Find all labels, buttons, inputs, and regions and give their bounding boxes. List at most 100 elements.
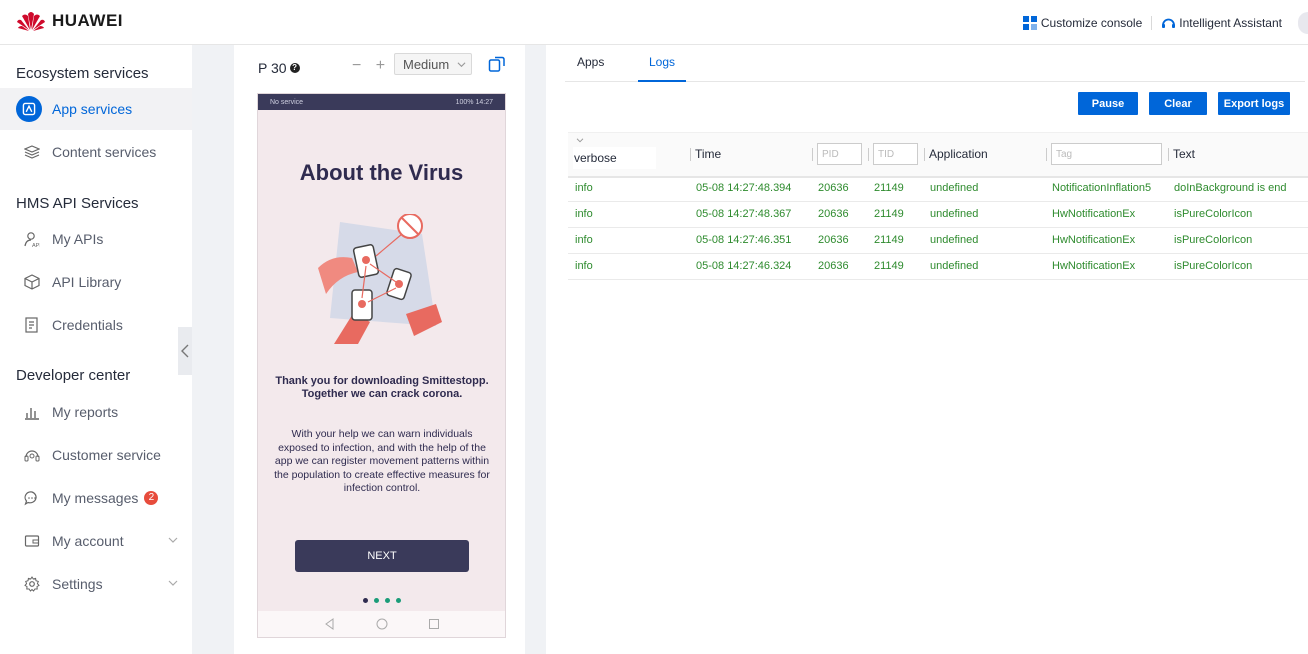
section-title-ecosystem: Ecosystem services [16,65,149,82]
help-icon[interactable]: ? [289,63,300,73]
tag-filter-input[interactable]: Tag [1051,143,1162,165]
log-level-select[interactable]: verbose [573,147,656,169]
status-left: No service [270,98,304,106]
back-icon[interactable] [324,618,336,630]
status-right: 100% 14:27 [455,98,493,106]
cell-text: isPureColorIcon [1174,260,1253,272]
page-indicator [258,590,505,608]
intelligent-assistant-button[interactable]: Intelligent Assistant [1161,16,1282,30]
rotate-screen-icon[interactable] [488,55,506,73]
cell-text: doInBackground is end [1174,182,1287,194]
log-level-value: verbose [574,151,617,165]
sidebar-item-api-library[interactable]: API Library [0,261,192,303]
sidebar-item-label: API Library [52,274,122,290]
chat-icon [22,488,42,508]
sidebar-item-my-reports[interactable]: My reports [0,391,192,433]
column-divider [924,148,925,161]
sidebar-item-label: My APIs [52,231,104,247]
cell-application: undefined [930,208,979,220]
pause-button[interactable]: Pause [1078,92,1138,115]
app-services-icon [16,96,42,122]
sidebar-item-my-messages[interactable]: My messages 2 [0,477,192,519]
pid-filter-input[interactable]: PID [817,143,862,165]
svg-text:API: API [32,243,40,248]
sidebar-item-label: Settings [52,576,103,592]
device-toolbar: P 30 ? − + Medium [258,53,508,79]
section-title-hms-api: HMS API Services [16,195,139,212]
cell-level: info [575,182,593,194]
sidebar-item-credentials[interactable]: Credentials [0,304,192,346]
page-dot [362,598,368,603]
cell-level: info [575,260,593,272]
document-icon [22,315,42,335]
sidebar-item-my-apis[interactable]: API My APIs [0,218,192,260]
phone-status-bar: No service 100% 14:27 [258,94,505,110]
log-table-body: info 05-08 14:27:48.394 20636 21149 unde… [568,176,1308,280]
sidebar-item-app-services[interactable]: App services [0,88,192,130]
tab-apps[interactable]: Apps [577,45,604,80]
table-row[interactable]: info 05-08 14:27:46.324 20636 21149 unde… [568,254,1308,280]
table-row[interactable]: info 05-08 14:27:46.351 20636 21149 unde… [568,228,1308,254]
column-divider [812,148,813,161]
huawei-logo[interactable]: HUAWEI [16,10,123,32]
column-divider [868,148,869,161]
tab-logs[interactable]: Logs [638,45,687,82]
home-icon[interactable] [376,618,388,630]
page-dot [373,598,379,603]
cell-level: info [575,208,593,220]
sidebar-item-label: Customer service [52,447,161,463]
user-api-icon: API [22,229,42,249]
phone-nav-bar [258,611,505,637]
column-application: Application [929,147,988,161]
cell-tag: HwNotificationEx [1052,234,1136,246]
sidebar-item-my-account[interactable]: My account [0,520,192,562]
table-row[interactable]: info 05-08 14:27:48.367 20636 21149 unde… [568,202,1308,228]
zoom-out-button[interactable]: − [352,57,361,74]
sidebar: Ecosystem services App services Content … [0,45,192,654]
thank-you-text: Thank you for downloading Smittestopp. T… [272,375,492,401]
cube-icon [22,272,42,292]
table-row[interactable]: info 05-08 14:27:48.394 20636 21149 unde… [568,176,1308,202]
tid-filter-input[interactable]: TID [873,143,918,165]
sidebar-item-settings[interactable]: Settings [0,563,192,605]
recents-icon[interactable] [428,618,440,630]
cell-application: undefined [930,234,979,246]
sidebar-gutter [192,45,214,654]
logs-panel: Apps Logs Pause Clear Export logs verbos… [546,45,1308,654]
device-preview-panel: P 30 ? − + Medium No service 100% 14:27 … [234,45,525,654]
thank-you-line-1: Thank you for downloading Smittestopp. [275,375,489,387]
clear-button[interactable]: Clear [1149,92,1207,115]
sidebar-item-customer-service[interactable]: Customer service [0,434,192,476]
gear-icon [22,574,42,594]
cell-tid: 21149 [874,260,904,272]
cell-text: isPureColorIcon [1174,208,1253,220]
cell-application: undefined [930,260,979,272]
cell-tag: NotificationInflation5 [1052,182,1152,194]
export-logs-button[interactable]: Export logs [1218,92,1290,115]
brand-name: HUAWEI [52,11,123,30]
sidebar-item-label: Credentials [52,317,123,333]
chevron-left-icon [181,344,189,358]
avatar[interactable] [1298,12,1308,34]
sidebar-item-label: My messages [52,490,139,506]
size-select[interactable]: Medium [394,53,472,75]
divider [1151,16,1153,30]
cell-pid: 20636 [818,182,849,194]
zoom-in-button[interactable]: + [376,57,385,74]
customize-console-button[interactable]: Customize console [1022,16,1142,30]
chevron-down-icon [457,61,466,67]
cell-tag: HwNotificationEx [1052,260,1136,272]
sidebar-item-content-services[interactable]: Content services [0,131,192,173]
cell-text: isPureColorIcon [1174,234,1253,246]
collapse-sidebar-button[interactable] [178,327,192,375]
chevron-down-icon [576,138,584,143]
page-dot [384,598,390,603]
next-button[interactable]: NEXT [295,540,469,572]
intro-paragraph: With your help we can warn individuals e… [274,428,490,494]
phone-screen[interactable]: No service 100% 14:27 About the Virus Th… [257,93,506,638]
column-text: Text [1173,147,1196,161]
thank-you-line-2: Together we can crack corona. [301,388,463,400]
layers-icon [22,142,42,162]
top-bar: HUAWEI Customize console Intelligent Ass… [0,0,1308,45]
phone-title: About the Virus [299,160,464,185]
